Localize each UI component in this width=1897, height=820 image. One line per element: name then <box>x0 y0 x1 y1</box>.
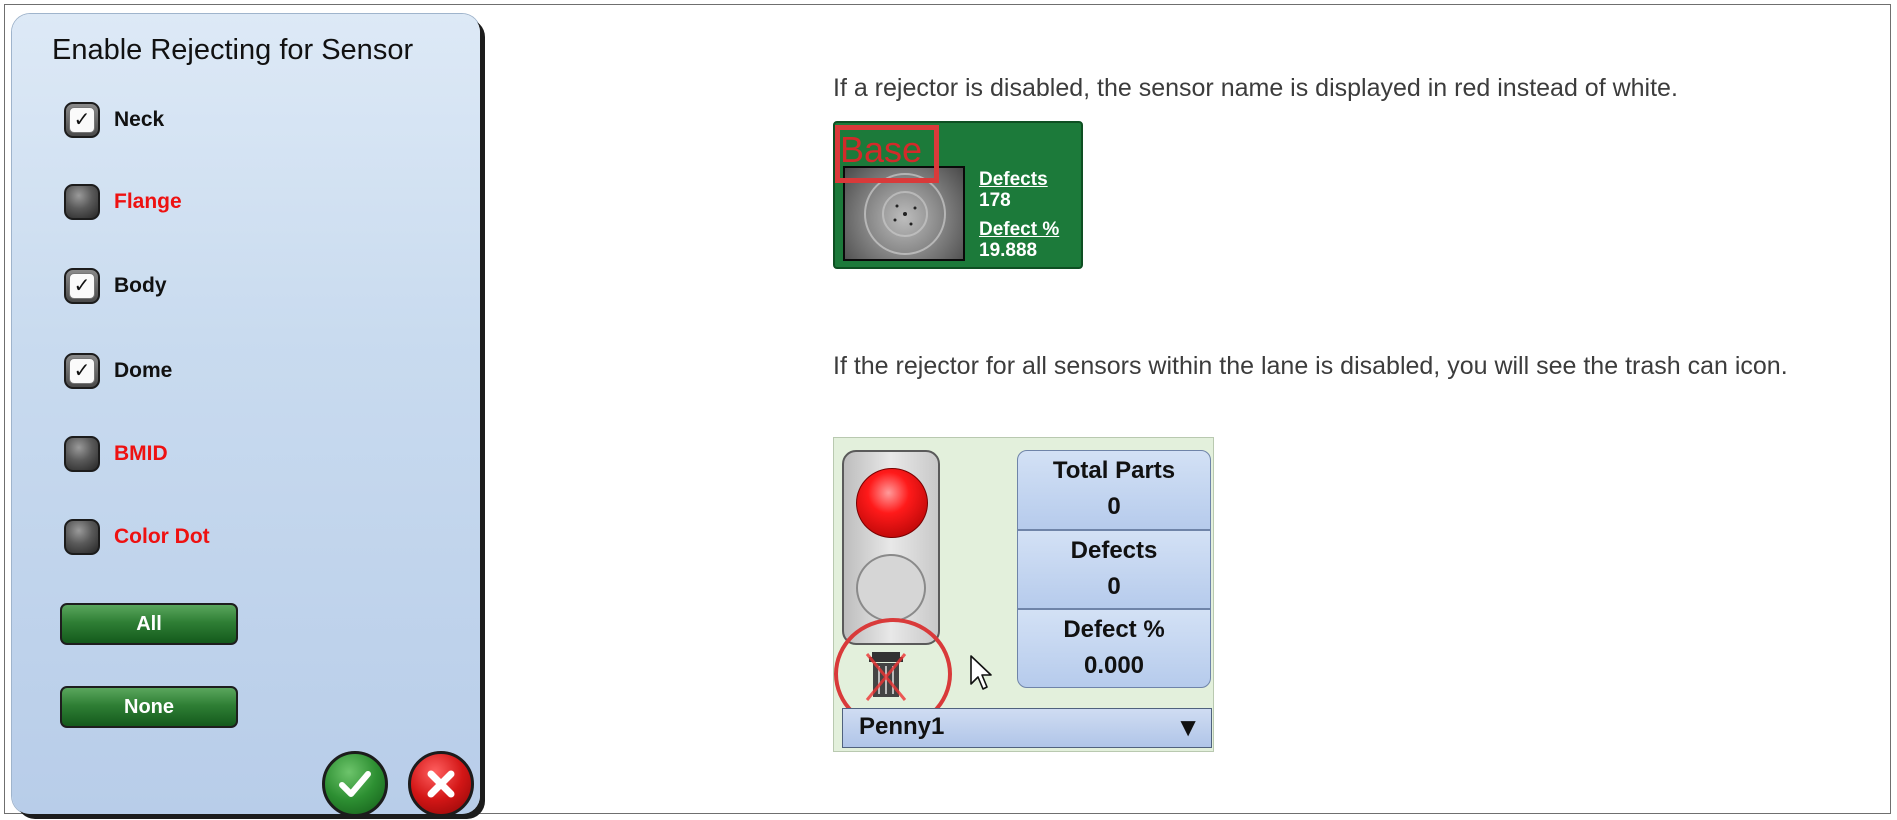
red-lamp-icon <box>856 468 928 538</box>
sensor-row-dome[interactable]: ✓ Dome <box>64 351 172 391</box>
cancel-button[interactable] <box>408 751 474 817</box>
sensor-row-flange[interactable]: Flange <box>64 182 182 222</box>
all-button[interactable]: All <box>60 603 238 645</box>
neck-checkbox[interactable]: ✓ <box>64 102 100 138</box>
lane-defect-pct-label: Defect % <box>1063 616 1165 643</box>
trash-can-icon[interactable] <box>864 648 908 702</box>
sensor-tile: Base Defects 178 Defect % 19.888 <box>833 121 1083 269</box>
lane-panel: Total Parts 0 Defects 0 Defect % 0.000 P… <box>833 437 1214 752</box>
check-icon: ✓ <box>69 107 95 133</box>
flange-checkbox[interactable] <box>64 184 100 220</box>
ok-button[interactable] <box>322 751 388 817</box>
neck-label: Neck <box>114 108 165 131</box>
paragraph-red-name: If a rejector is disabled, the sensor na… <box>833 74 1678 102</box>
body-checkbox[interactable]: ✓ <box>64 268 100 304</box>
chevron-down-icon: ▼ <box>1175 712 1201 742</box>
color-dot-checkbox[interactable] <box>64 519 100 555</box>
flange-label: Flange <box>114 190 182 213</box>
dome-label: Dome <box>114 359 173 382</box>
tile-defects-label: Defects <box>979 169 1048 190</box>
tile-defect-pct-value: 19.888 <box>979 240 1038 261</box>
lane-name: Penny1 <box>859 713 945 740</box>
total-parts-value: 0 <box>1107 493 1121 520</box>
mouse-cursor-icon <box>970 655 992 690</box>
lane-select-dropdown[interactable]: Penny1 ▼ <box>842 708 1212 748</box>
highlight-box <box>835 125 939 183</box>
tile-defects-value: 178 <box>979 190 1011 211</box>
stack-light <box>842 450 940 645</box>
body-label: Body <box>114 274 167 297</box>
sensor-row-bmid[interactable]: BMID <box>64 434 168 474</box>
total-parts-box: Total Parts 0 <box>1017 450 1211 530</box>
bmid-label: BMID <box>114 442 168 465</box>
dome-checkbox[interactable]: ✓ <box>64 353 100 389</box>
sensor-row-body[interactable]: ✓ Body <box>64 266 167 306</box>
lane-defects-value: 0 <box>1107 573 1121 600</box>
sensor-row-color-dot[interactable]: Color Dot <box>64 517 210 557</box>
total-parts-label: Total Parts <box>1052 457 1176 484</box>
defect-pct-box: Defect % 0.000 <box>1017 609 1211 688</box>
check-icon: ✓ <box>69 358 95 384</box>
enable-rejecting-dialog: Enable Rejecting for Sensor ✓ Neck Flang… <box>12 14 480 817</box>
lane-defects-label: Defects <box>1070 537 1158 564</box>
bmid-checkbox[interactable] <box>64 436 100 472</box>
color-dot-label: Color Dot <box>114 525 210 548</box>
dialog-title: Enable Rejecting for Sensor <box>52 34 414 66</box>
sensor-row-neck[interactable]: ✓ Neck <box>64 100 164 140</box>
paragraph-trash-can: If the rejector for all sensors within t… <box>833 352 1788 380</box>
check-icon: ✓ <box>69 273 95 299</box>
x-icon <box>427 770 455 798</box>
checkmark-icon <box>339 771 371 797</box>
tile-defect-pct-label: Defect % <box>979 219 1060 240</box>
none-button[interactable]: None <box>60 686 238 728</box>
defects-box: Defects 0 <box>1017 530 1211 609</box>
off-lamp-icon <box>856 554 926 622</box>
lane-defect-pct-value: 0.000 <box>1083 652 1145 679</box>
